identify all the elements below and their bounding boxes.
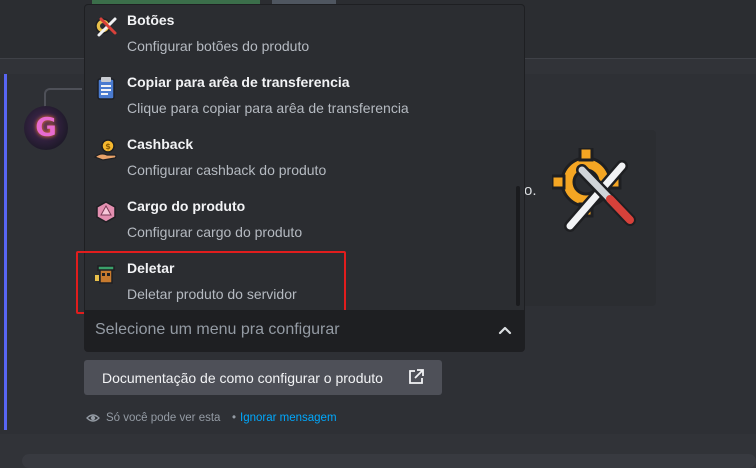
tools-gear-icon <box>552 148 636 232</box>
external-link-icon <box>409 369 424 384</box>
menu-option-copiar[interactable]: Copiar para arêa de transferencia Clique… <box>85 67 515 129</box>
ephemeral-text: Só você pode ver esta <box>106 412 221 424</box>
documentation-button-label: Documentação de como configurar o produt… <box>102 370 383 386</box>
menu-option-cashback[interactable]: $ Cashback Configurar cashback do produt… <box>85 129 515 191</box>
menu-option-label: Cargo do produto <box>127 198 246 214</box>
ephemeral-separator: • <box>232 412 237 424</box>
clipboard-icon <box>97 77 115 100</box>
eye-icon <box>86 414 100 422</box>
highlight-annotation <box>76 251 346 314</box>
menu-option-label: Copiar para arêa de transferencia <box>127 74 350 90</box>
select-menu[interactable]: Selecione um menu pra configurar <box>84 310 525 352</box>
documentation-link-button[interactable]: Documentação de como configurar o produt… <box>84 360 442 395</box>
menu-option-label: Cashback <box>127 136 194 152</box>
message-input[interactable] <box>22 454 756 468</box>
chevron-up-icon[interactable] <box>496 321 514 339</box>
reply-connector <box>44 88 82 108</box>
embed-trailing-text: o. <box>524 182 537 199</box>
dropdown-scrollbar[interactable] <box>516 186 520 306</box>
message-accent-bar <box>4 74 7 430</box>
dismiss-message-link[interactable]: Ignorar mensagem <box>240 412 337 424</box>
gears-buttons-icon <box>95 17 117 37</box>
menu-option-botoes[interactable]: Botões Configurar botões do produto <box>85 5 515 67</box>
select-placeholder: Selecione um menu pra configurar <box>95 321 340 338</box>
avatar-letter: G <box>35 113 57 143</box>
coin-hand-icon: $ <box>93 139 117 161</box>
menu-option-description: Clique para copiar para arêa de transfer… <box>127 100 409 116</box>
svg-text:$: $ <box>105 142 111 151</box>
gem-role-icon <box>96 201 116 223</box>
menu-option-description: Configurar cargo do produto <box>127 224 303 240</box>
menu-option-description: Configurar cashback do produto <box>127 162 327 178</box>
menu-option-description: Configurar botões do produto <box>127 38 310 54</box>
avatar[interactable]: G <box>24 106 68 150</box>
menu-option-label: Botões <box>127 12 175 28</box>
menu-option-cargo[interactable]: Cargo do produto Configurar cargo do pro… <box>85 191 515 253</box>
